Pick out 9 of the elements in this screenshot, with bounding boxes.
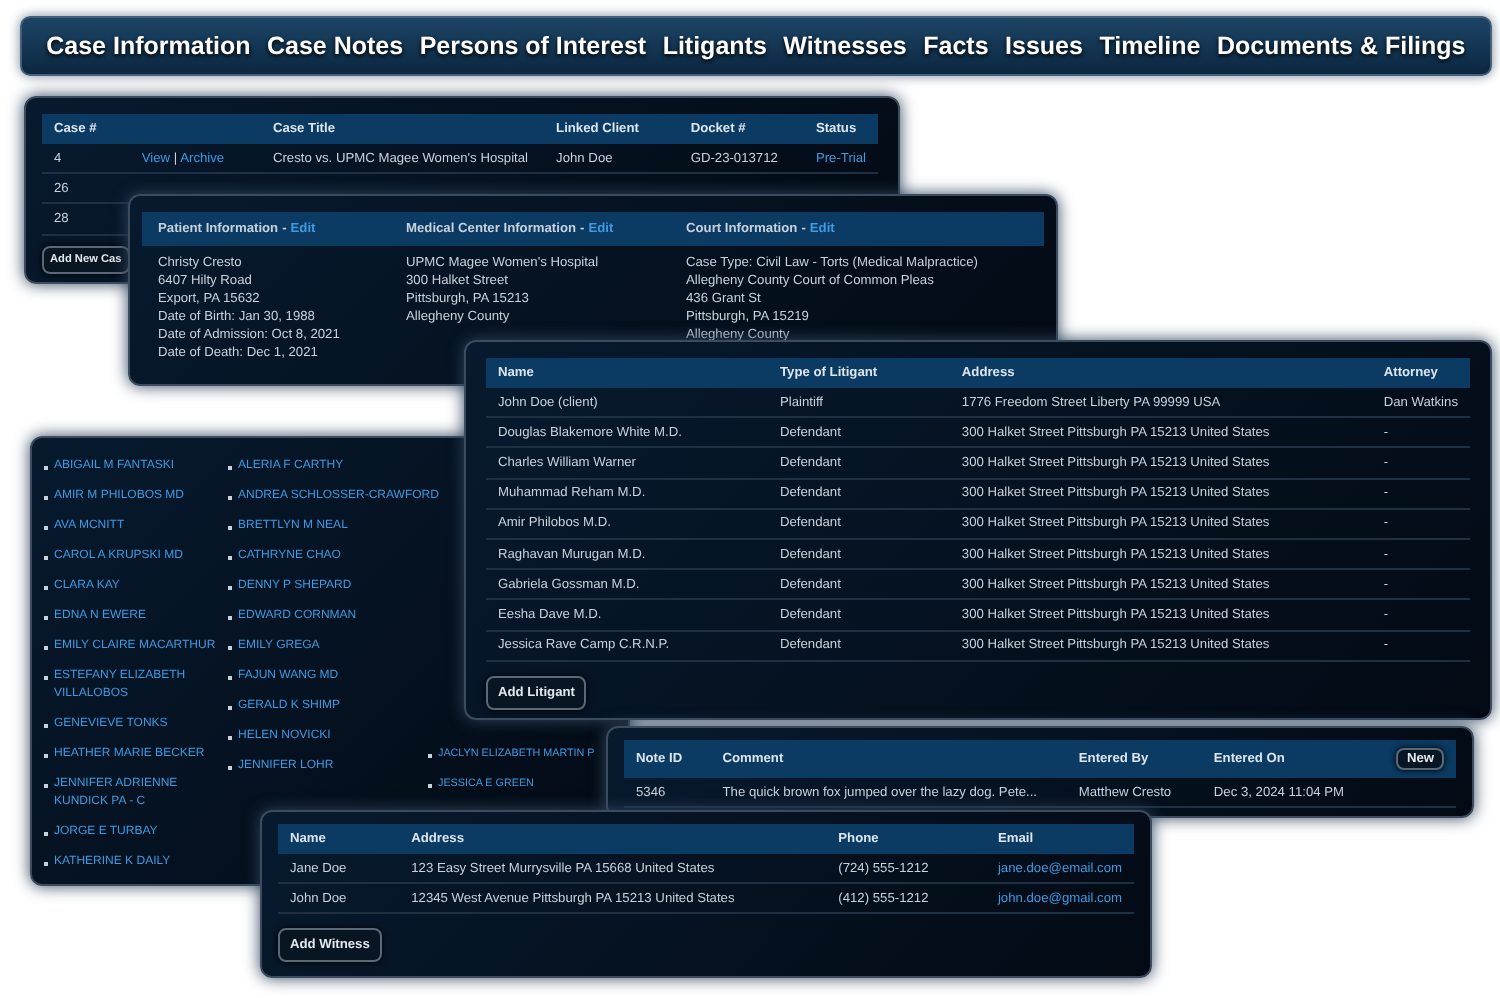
nav-tab[interactable]: Case Notes	[266, 32, 404, 60]
nav-tab[interactable]: Witnesses	[783, 32, 907, 60]
nav-tab[interactable]: Case Information	[46, 32, 251, 60]
nav-tab[interactable]: Issues	[1005, 32, 1083, 60]
nav-tab[interactable]: Timeline	[1099, 32, 1201, 60]
nav-tab[interactable]: Facts	[923, 32, 989, 60]
nav-tab[interactable]: Litigants	[662, 32, 767, 60]
nav-tab[interactable]: Persons of Interest	[419, 32, 647, 60]
nav-tab[interactable]: Documents & Filings	[1216, 32, 1466, 60]
